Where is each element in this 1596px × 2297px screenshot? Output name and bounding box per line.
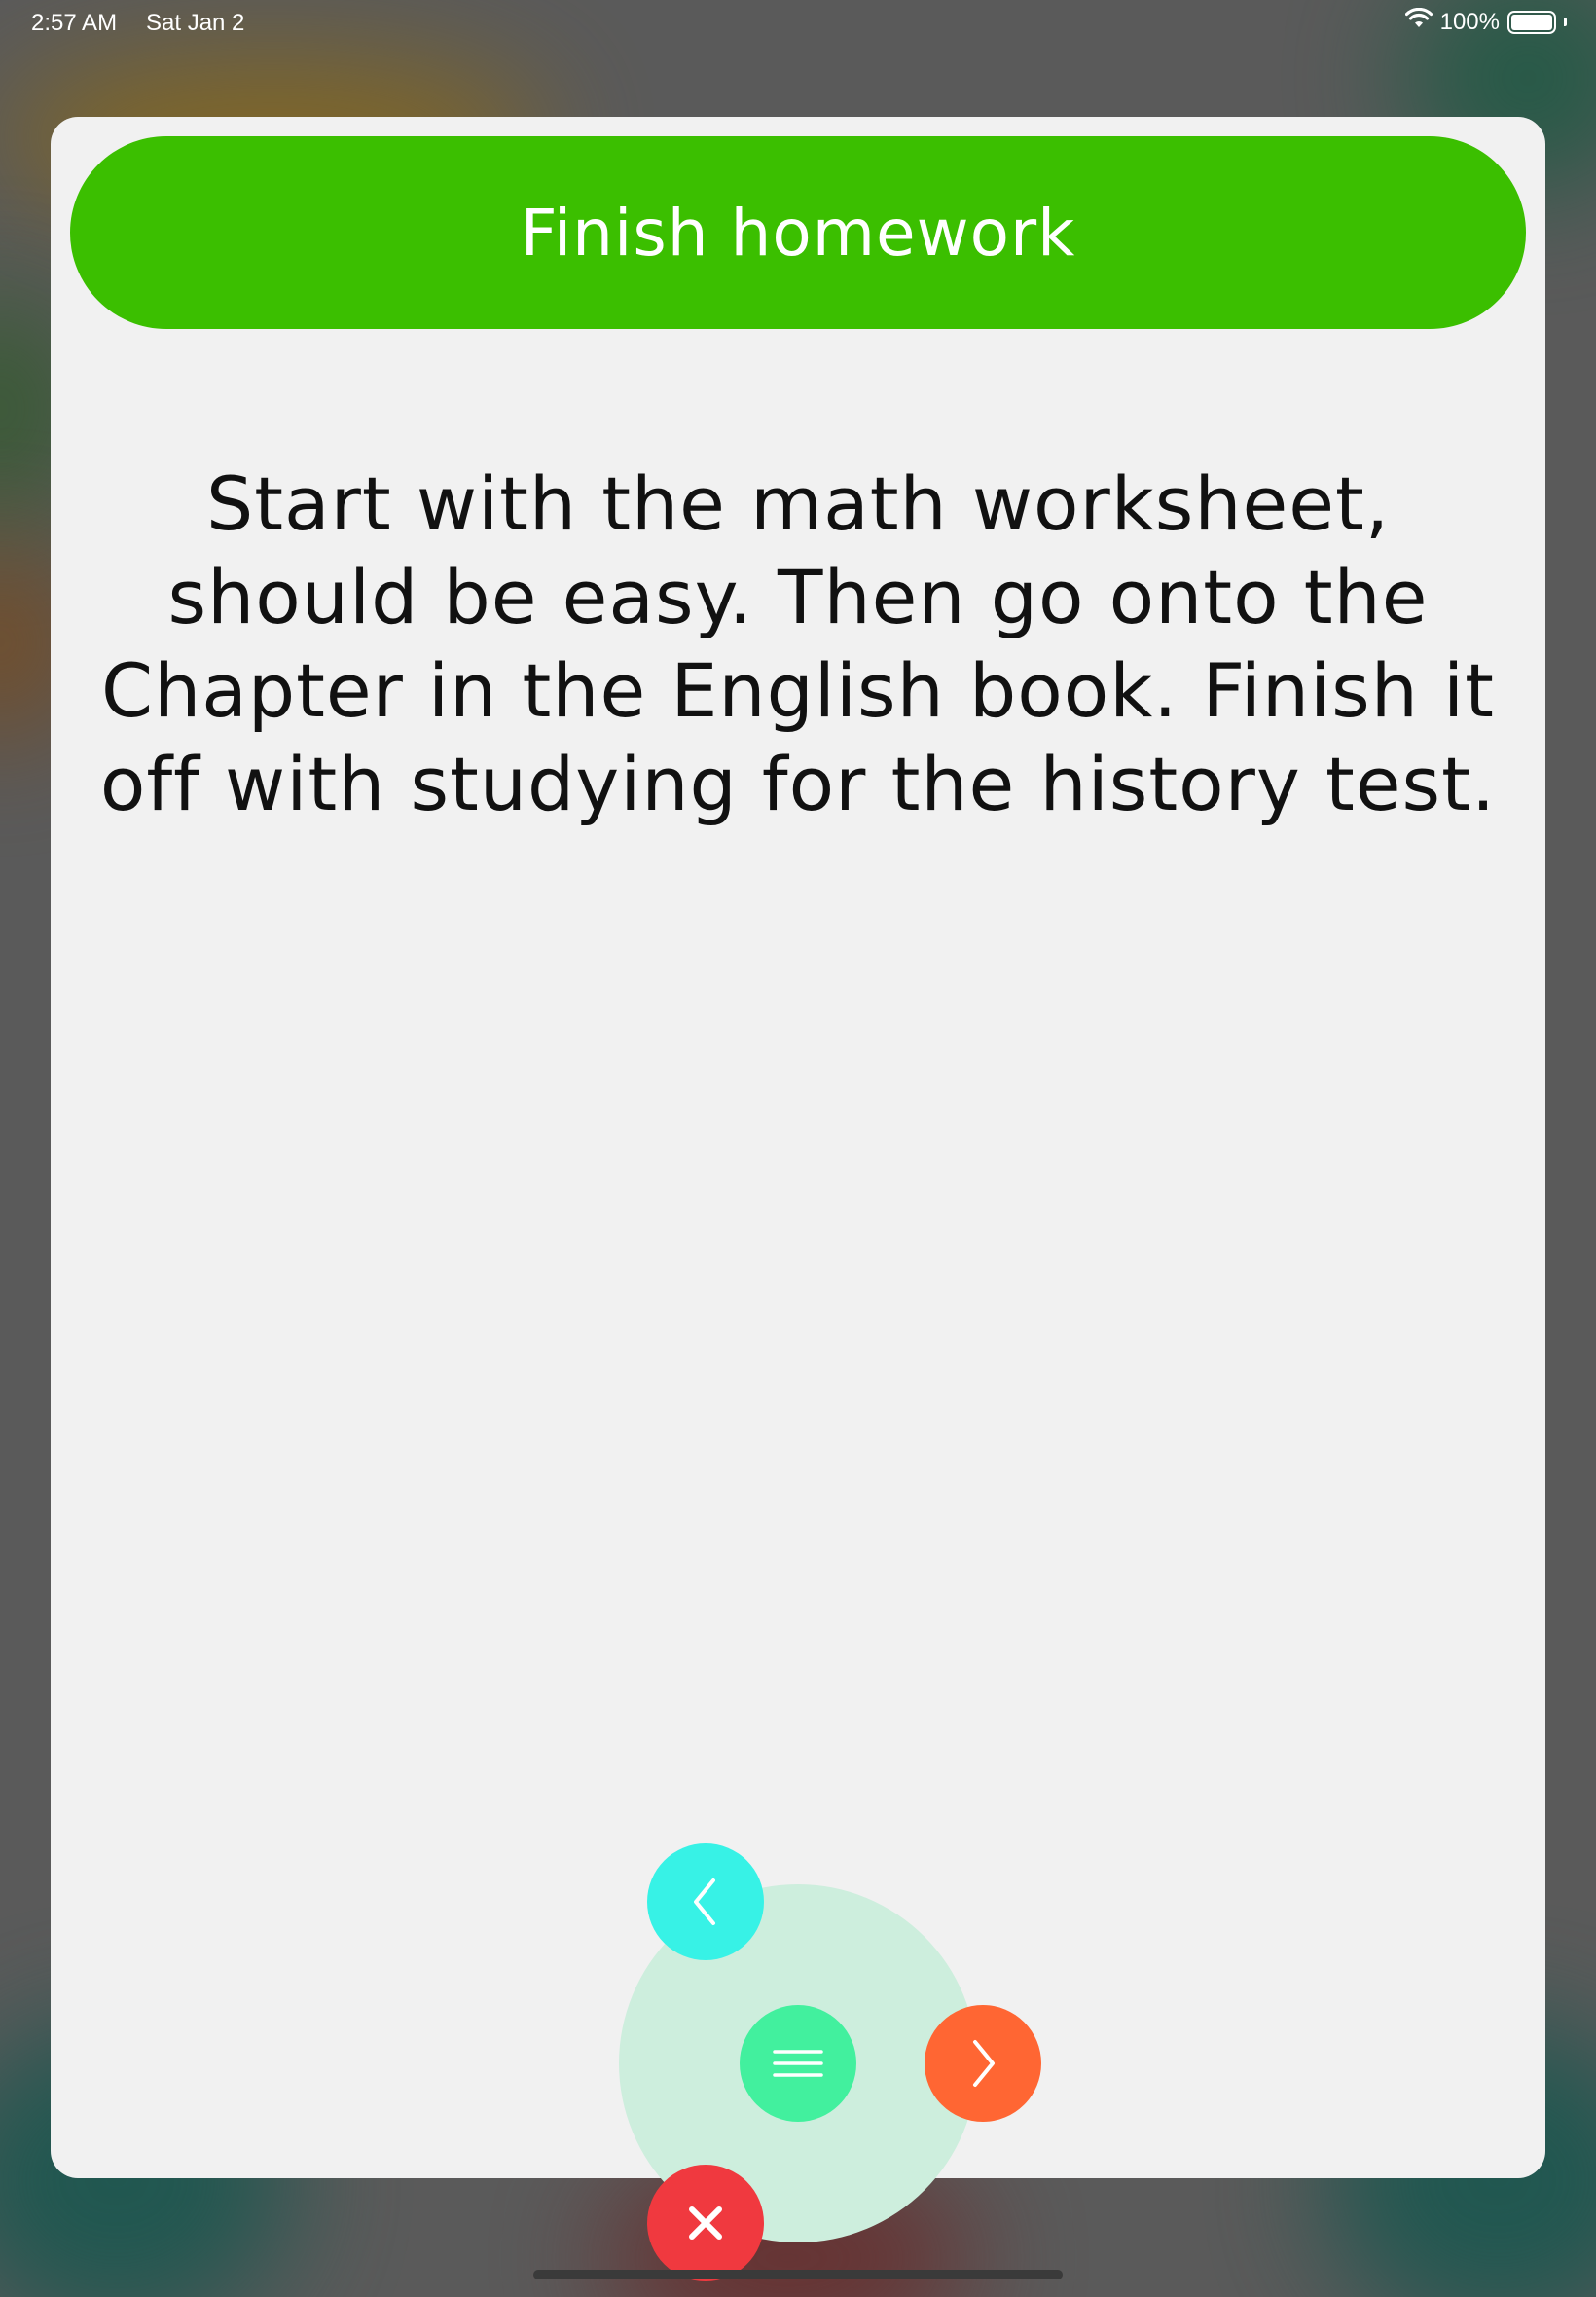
status-indicators: 100% — [1404, 7, 1567, 36]
task-title-bar: Finish homework — [70, 136, 1526, 329]
task-card: Finish homework Start with the math work… — [51, 117, 1545, 2178]
battery-icon — [1507, 10, 1556, 34]
home-indicator[interactable] — [533, 2270, 1063, 2279]
chevron-right-icon — [973, 2040, 995, 2087]
battery-tip — [1564, 18, 1567, 26]
chevron-left-icon — [694, 1878, 715, 1925]
status-bar: 2:57 AM Sat Jan 2 100% — [0, 0, 1596, 45]
task-title: Finish homework — [520, 195, 1076, 271]
menu-button[interactable] — [740, 2005, 856, 2122]
next-button[interactable] — [925, 2005, 1041, 2122]
battery-percent: 100% — [1439, 8, 1500, 35]
close-button[interactable] — [647, 2165, 764, 2281]
back-button[interactable] — [647, 1843, 764, 1960]
close-icon — [689, 2206, 722, 2240]
hamburger-icon — [773, 2050, 823, 2077]
screen: 2:57 AM Sat Jan 2 100% Finish homework S… — [0, 0, 1596, 2297]
status-date: Sat Jan 2 — [146, 10, 245, 36]
status-time: 2:57 AM — [31, 10, 118, 36]
wifi-icon — [1404, 7, 1433, 36]
battery-level — [1511, 14, 1552, 30]
task-description: Start with the math worksheet, should be… — [99, 460, 1497, 827]
